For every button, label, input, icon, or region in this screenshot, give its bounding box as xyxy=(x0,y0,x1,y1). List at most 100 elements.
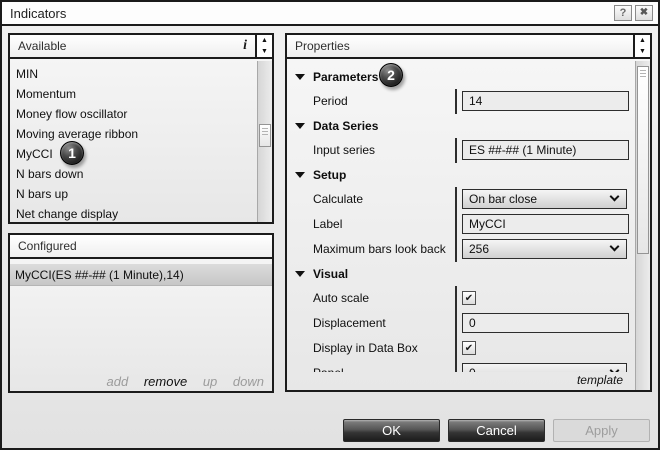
property-row-auto-scale: Auto scale ✔ xyxy=(287,286,635,311)
add-link[interactable]: add xyxy=(107,374,129,389)
calculate-dropdown[interactable]: On bar close xyxy=(462,189,627,209)
list-item[interactable]: Momentum xyxy=(10,84,257,104)
displacement-input[interactable] xyxy=(462,313,629,333)
dropdown-value: 256 xyxy=(469,242,489,256)
column-divider xyxy=(455,237,457,262)
annotation-badge-1: 1 xyxy=(60,141,84,165)
property-label: Label xyxy=(313,212,342,237)
check-icon: ✔ xyxy=(465,343,473,354)
column-divider xyxy=(455,89,457,114)
auto-scale-checkbox[interactable]: ✔ xyxy=(462,291,476,305)
properties-scrollbar-thumb[interactable] xyxy=(637,66,649,254)
property-row-input-series: Input series xyxy=(287,138,635,163)
column-divider xyxy=(455,138,457,163)
configured-item-selected[interactable]: MyCCI(ES ##-## (1 Minute),14) xyxy=(10,264,272,286)
property-label: Display in Data Box xyxy=(313,336,418,361)
group-label: Parameters xyxy=(313,70,378,84)
scroll-down-icon[interactable]: ▼ xyxy=(257,46,272,57)
collapse-triangle-icon[interactable] xyxy=(295,172,305,178)
properties-header: Properties ▲ ▼ xyxy=(287,35,650,59)
scroll-up-icon[interactable]: ▲ xyxy=(257,35,272,46)
property-row-data-box: Display in Data Box ✔ xyxy=(287,336,635,361)
properties-content: Parameters Period Data Series Input seri… xyxy=(287,61,635,372)
input-series-input[interactable] xyxy=(462,140,629,160)
indicators-dialog: Indicators ? ✖ Available i ▲ ▼ MIN Momen… xyxy=(0,0,660,450)
collapse-triangle-icon[interactable] xyxy=(295,123,305,129)
properties-scroll-arrows: ▲ ▼ xyxy=(633,35,650,57)
apply-button-disabled[interactable]: Apply xyxy=(553,419,650,442)
available-panel: Available i ▲ ▼ MIN Momentum Money flow … xyxy=(8,33,274,224)
available-scroll-arrows: ▲ ▼ xyxy=(255,35,272,57)
available-scrollbar[interactable] xyxy=(257,61,272,222)
scrollbar-grip xyxy=(262,128,268,136)
property-label: Calculate xyxy=(313,187,363,212)
properties-panel: Properties ▲ ▼ Parameters Period Data Se… xyxy=(285,33,652,392)
collapse-triangle-icon[interactable] xyxy=(295,271,305,277)
available-scrollbar-thumb[interactable] xyxy=(259,124,271,147)
group-header-data-series[interactable]: Data Series xyxy=(287,114,635,138)
list-item[interactable]: N bars down xyxy=(10,164,257,184)
properties-scrollbar[interactable] xyxy=(635,61,650,390)
group-header-setup[interactable]: Setup xyxy=(287,163,635,187)
property-row-calculate: Calculate On bar close xyxy=(287,187,635,212)
scroll-up-icon[interactable]: ▲ xyxy=(635,35,650,46)
group-label: Data Series xyxy=(313,119,378,133)
chevron-down-icon xyxy=(610,242,620,252)
annotation-badge-2: 2 xyxy=(379,63,403,87)
up-link[interactable]: up xyxy=(203,374,217,389)
dropdown-value: On bar close xyxy=(469,192,537,206)
period-input[interactable] xyxy=(462,91,629,111)
template-link[interactable]: template xyxy=(577,370,623,390)
ok-button[interactable]: OK xyxy=(343,419,440,442)
list-item[interactable]: N bars up xyxy=(10,184,257,204)
group-header-parameters[interactable]: Parameters xyxy=(287,65,635,89)
column-divider xyxy=(455,212,457,237)
property-label: Input series xyxy=(313,138,375,163)
close-button[interactable]: ✖ xyxy=(635,5,653,21)
list-item[interactable]: MIN xyxy=(10,64,257,84)
property-row-period: Period xyxy=(287,89,635,114)
property-label: Maximum bars look back xyxy=(313,237,446,262)
list-item-mycci[interactable]: MyCCI xyxy=(10,144,257,164)
title-bar: Indicators ? ✖ xyxy=(2,2,658,26)
available-header: Available i ▲ ▼ xyxy=(10,35,272,59)
max-bars-dropdown[interactable]: 256 xyxy=(462,239,627,259)
column-divider xyxy=(455,286,457,311)
list-item[interactable]: Money flow oscillator xyxy=(10,104,257,124)
column-divider xyxy=(455,187,457,212)
property-row-label: Label xyxy=(287,212,635,237)
group-label: Setup xyxy=(313,168,346,182)
column-divider xyxy=(455,311,457,336)
configured-actions: add remove up down xyxy=(95,374,264,389)
available-header-label: Available xyxy=(18,39,66,53)
property-label: Period xyxy=(313,89,348,114)
remove-link[interactable]: remove xyxy=(144,374,187,389)
column-divider xyxy=(455,336,457,361)
scroll-down-icon[interactable]: ▼ xyxy=(635,46,650,57)
help-button[interactable]: ? xyxy=(614,5,632,21)
group-label: Visual xyxy=(313,267,348,281)
configured-panel: Configured MyCCI(ES ##-## (1 Minute),14)… xyxy=(8,233,274,393)
list-item[interactable]: Moving average ribbon xyxy=(10,124,257,144)
configured-header: Configured xyxy=(10,235,272,259)
property-row-max-bars: Maximum bars look back 256 xyxy=(287,237,635,262)
group-header-visual[interactable]: Visual xyxy=(287,262,635,286)
scrollbar-grip xyxy=(640,70,646,78)
configured-list: MyCCI(ES ##-## (1 Minute),14) xyxy=(10,261,272,369)
properties-header-label: Properties xyxy=(295,39,350,53)
cancel-button[interactable]: Cancel xyxy=(448,419,545,442)
property-row-displacement: Displacement xyxy=(287,311,635,336)
collapse-triangle-icon[interactable] xyxy=(295,74,305,80)
window-title: Indicators xyxy=(10,6,66,21)
list-item[interactable]: Net change display xyxy=(10,204,257,222)
info-icon[interactable]: i xyxy=(243,35,247,57)
configured-header-label: Configured xyxy=(18,239,77,253)
available-list: MIN Momentum Money flow oscillator Movin… xyxy=(10,61,257,222)
check-icon: ✔ xyxy=(465,293,473,304)
properties-footer: template xyxy=(287,370,635,390)
property-label: Displacement xyxy=(313,311,386,336)
data-box-checkbox[interactable]: ✔ xyxy=(462,341,476,355)
label-input[interactable] xyxy=(462,214,629,234)
chevron-down-icon xyxy=(610,192,620,202)
down-link[interactable]: down xyxy=(233,374,264,389)
